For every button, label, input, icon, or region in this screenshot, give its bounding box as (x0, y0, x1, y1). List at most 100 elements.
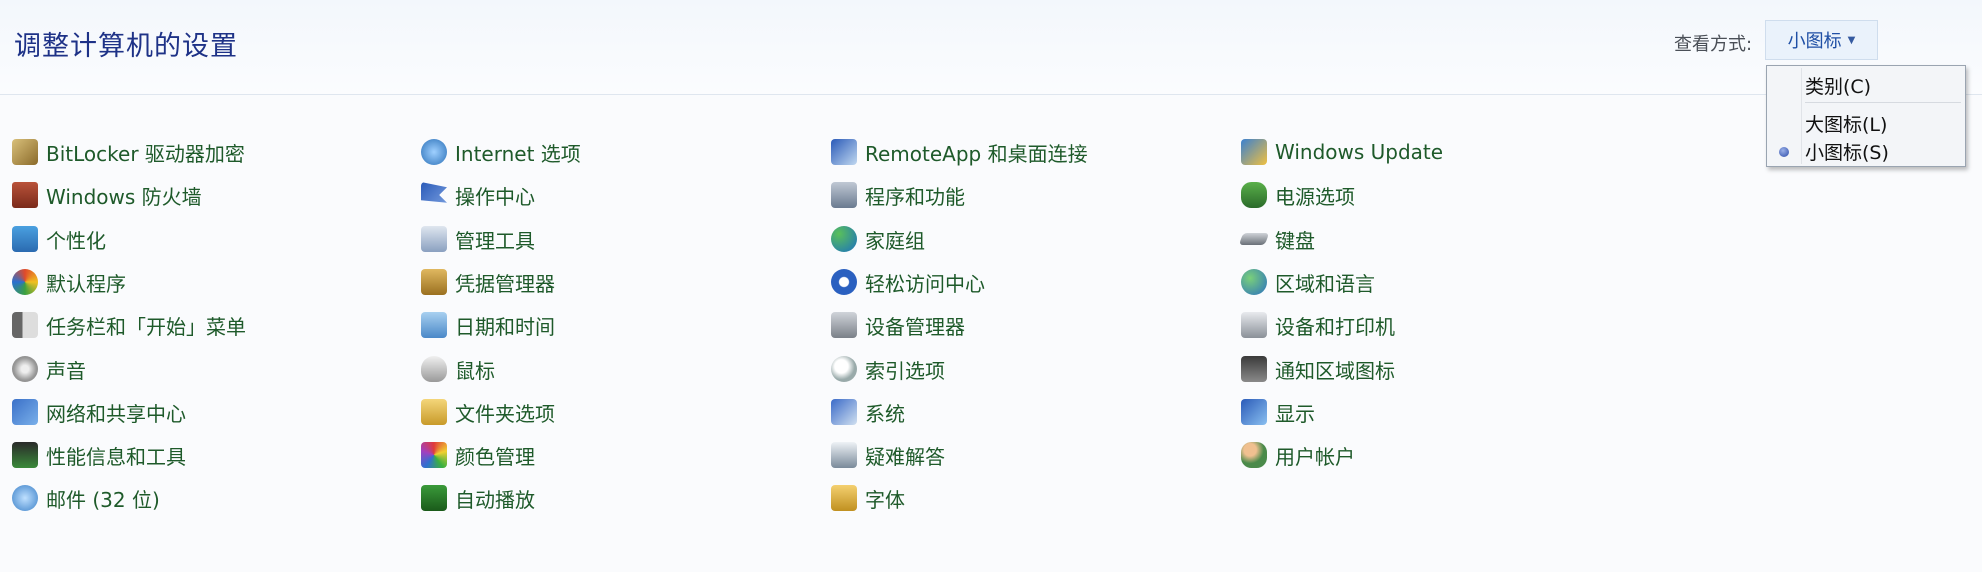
control-panel-item[interactable]: 鼠标 (421, 354, 495, 384)
fonts-icon (831, 485, 857, 511)
region-language-icon (1241, 269, 1267, 295)
autoplay-icon (421, 485, 447, 511)
programs-features-icon (831, 182, 857, 208)
item-label: 显示 (1275, 401, 1315, 426)
item-label: 通知区域图标 (1275, 358, 1395, 383)
homegroup-icon (831, 226, 857, 252)
control-panel-item[interactable]: 凭据管理器 (421, 267, 555, 297)
control-panel-item[interactable]: RemoteApp 和桌面连接 (831, 137, 1088, 167)
menu-gutter (1801, 68, 1802, 164)
item-label: 家庭组 (865, 228, 925, 253)
item-label: RemoteApp 和桌面连接 (865, 141, 1088, 166)
control-panel-item[interactable]: 用户帐户 (1241, 440, 1355, 470)
item-label: Windows Update (1275, 140, 1444, 164)
personalization-icon (12, 226, 38, 252)
control-panel-item[interactable]: 电源选项 (1241, 180, 1355, 210)
item-label: 用户帐户 (1275, 444, 1355, 469)
control-panel-item[interactable]: 设备和打印机 (1241, 310, 1395, 340)
remoteapp-icon (831, 139, 857, 165)
menu-item-small-icons[interactable]: 小图标(S) (1805, 138, 1889, 165)
item-label: 区域和语言 (1275, 271, 1375, 296)
item-label: 默认程序 (46, 271, 126, 296)
item-label: 电源选项 (1275, 184, 1355, 209)
control-panel-item[interactable]: 索引选项 (831, 354, 945, 384)
internet-options-icon (421, 139, 447, 165)
folder-options-icon (421, 399, 447, 425)
header-bar: 调整计算机的设置 查看方式: 小图标 ▼ (0, 0, 1982, 95)
control-panel-item[interactable]: 显示 (1241, 397, 1315, 427)
display-icon (1241, 399, 1267, 425)
menu-item-category[interactable]: 类别(C) (1805, 72, 1871, 99)
system-icon (831, 399, 857, 425)
dropdown-caret-icon: ▼ (1847, 34, 1856, 46)
control-panel-item[interactable]: 网络和共享中心 (12, 397, 186, 427)
control-panel-item[interactable]: Windows Update (1241, 137, 1443, 167)
control-panel-item[interactable]: 性能信息和工具 (12, 440, 186, 470)
control-panel-item[interactable]: 程序和功能 (831, 180, 965, 210)
control-panel-item[interactable]: 家庭组 (831, 224, 925, 254)
date-time-icon (421, 312, 447, 338)
network-icon (12, 399, 38, 425)
item-label: 字体 (865, 487, 905, 512)
item-label: 声音 (46, 358, 86, 383)
action-center-flag-icon (421, 182, 447, 203)
item-label: 邮件 (32 位) (46, 487, 160, 512)
control-panel-item[interactable]: BitLocker 驱动器加密 (12, 137, 245, 167)
item-label: 自动播放 (455, 487, 535, 512)
admin-tools-icon (421, 226, 447, 252)
item-label: 索引选项 (865, 358, 945, 383)
ease-of-access-icon (831, 269, 857, 295)
devices-printers-icon (1241, 312, 1267, 338)
control-panel-item[interactable]: 个性化 (12, 224, 106, 254)
item-label: 键盘 (1275, 228, 1315, 253)
control-panel-item[interactable]: 文件夹选项 (421, 397, 555, 427)
control-panel-item[interactable]: 任务栏和「开始」菜单 (12, 310, 246, 340)
control-panel-item[interactable]: Internet 选项 (421, 137, 581, 167)
item-label: 任务栏和「开始」菜单 (46, 314, 246, 339)
item-label: 程序和功能 (865, 184, 965, 209)
control-panel-item[interactable]: 设备管理器 (831, 310, 965, 340)
control-panel-item[interactable]: 操作中心 (421, 180, 535, 210)
control-panel-item[interactable]: 区域和语言 (1241, 267, 1375, 297)
troubleshooting-icon (831, 442, 857, 468)
view-by-dropdown[interactable]: 小图标 ▼ (1765, 20, 1878, 60)
control-panel-item[interactable]: 字体 (831, 483, 905, 513)
bitlocker-icon (12, 139, 38, 165)
item-label: 网络和共享中心 (46, 401, 186, 426)
item-label: 鼠标 (455, 358, 495, 383)
item-label: BitLocker 驱动器加密 (46, 141, 245, 166)
control-panel-item[interactable]: 系统 (831, 397, 905, 427)
keyboard-icon (1238, 233, 1270, 245)
item-label: 凭据管理器 (455, 271, 555, 296)
control-panel-item[interactable]: 颜色管理 (421, 440, 535, 470)
control-panel-item[interactable]: Windows 防火墙 (12, 180, 202, 210)
control-panel-item[interactable]: 轻松访问中心 (831, 267, 985, 297)
default-programs-icon (12, 269, 38, 295)
color-management-icon (421, 442, 447, 468)
control-panel-item[interactable]: 默认程序 (12, 267, 126, 297)
control-panel-item[interactable]: 声音 (12, 354, 86, 384)
item-label: Internet 选项 (455, 141, 581, 166)
control-panel-item[interactable]: 管理工具 (421, 224, 535, 254)
control-panel-item[interactable]: 自动播放 (421, 483, 535, 513)
view-by-label: 查看方式: (1674, 34, 1753, 55)
windows-update-icon (1241, 139, 1267, 165)
item-label: 文件夹选项 (455, 401, 555, 426)
menu-item-large-icons[interactable]: 大图标(L) (1805, 110, 1887, 137)
item-label: 管理工具 (455, 228, 535, 253)
radio-selected-icon (1779, 147, 1789, 157)
item-label: 性能信息和工具 (46, 444, 186, 469)
view-by-value: 小图标 (1787, 31, 1842, 52)
item-label: 日期和时间 (455, 314, 555, 339)
control-panel-item[interactable]: 键盘 (1238, 224, 1315, 254)
device-manager-icon (831, 312, 857, 338)
control-panel-item[interactable]: 邮件 (32 位) (12, 483, 160, 513)
control-panel-item[interactable]: 通知区域图标 (1241, 354, 1395, 384)
control-panel-item[interactable]: 日期和时间 (421, 310, 555, 340)
mail-icon (12, 485, 38, 511)
credential-manager-icon (421, 269, 447, 295)
control-panel-item[interactable]: 疑难解答 (831, 440, 945, 470)
item-label: 个性化 (46, 228, 106, 253)
mouse-icon (421, 356, 447, 382)
menu-separator (1805, 102, 1961, 103)
